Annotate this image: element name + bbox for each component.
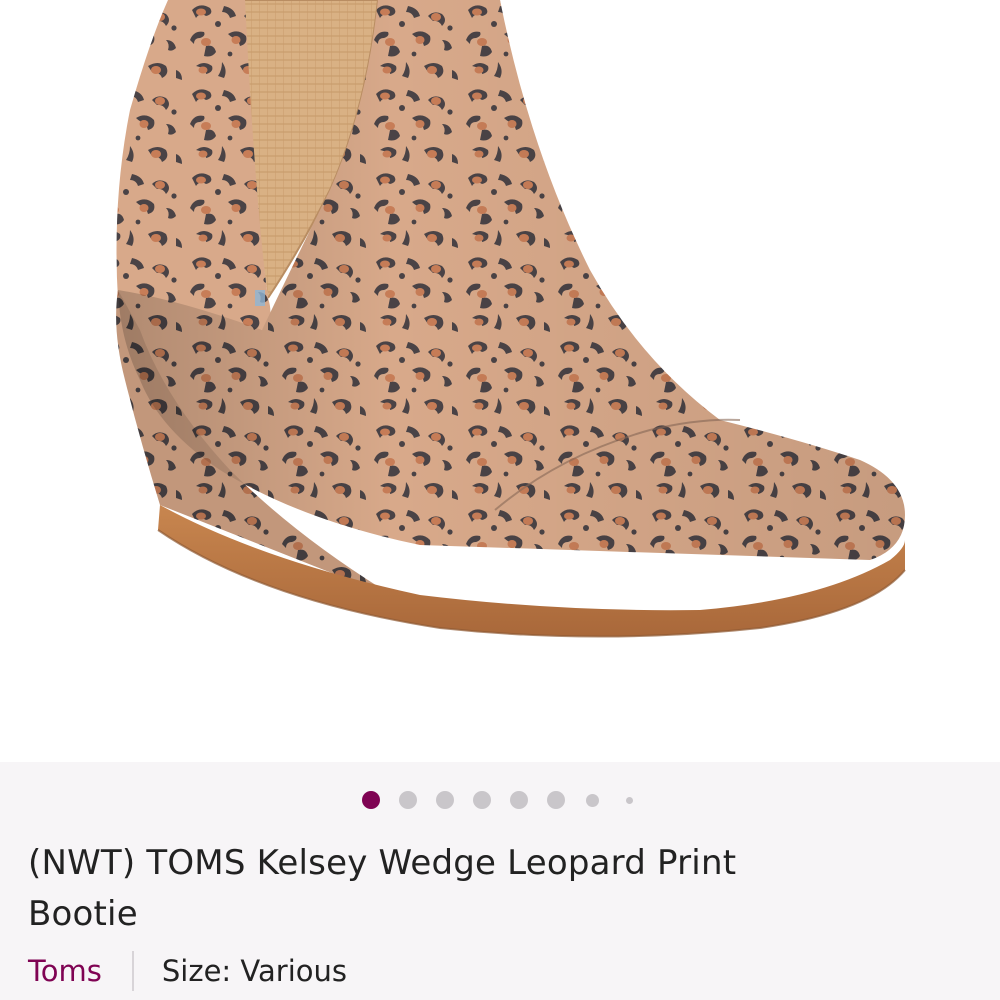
image-carousel-indicator[interactable] xyxy=(0,788,1000,812)
carousel-dot-2[interactable] xyxy=(398,791,417,809)
size-label: Size: Various xyxy=(161,954,347,988)
listing-meta-row: Toms Size: Various xyxy=(28,948,347,994)
carousel-dot-6[interactable] xyxy=(546,791,565,809)
listing-title: (NWT) TOMS Kelsey Wedge Leopard Print Bo… xyxy=(28,843,737,934)
carousel-dot-4[interactable] xyxy=(472,791,491,809)
carousel-dot-1[interactable] xyxy=(361,791,380,809)
product-photo[interactable] xyxy=(0,0,1000,762)
carousel-dot-8[interactable] xyxy=(626,796,633,804)
brand-link[interactable]: Toms xyxy=(28,954,102,988)
meta-divider xyxy=(131,951,134,991)
carousel-dot-3[interactable] xyxy=(435,791,454,809)
listing-info-panel: (NWT) TOMS Kelsey Wedge Leopard Print Bo… xyxy=(0,762,1000,1000)
listing-screen: (NWT) TOMS Kelsey Wedge Leopard Print Bo… xyxy=(0,0,1000,1000)
carousel-dot-7[interactable] xyxy=(586,793,599,807)
bootie-image xyxy=(116,0,906,638)
carousel-dot-5[interactable] xyxy=(509,791,528,809)
